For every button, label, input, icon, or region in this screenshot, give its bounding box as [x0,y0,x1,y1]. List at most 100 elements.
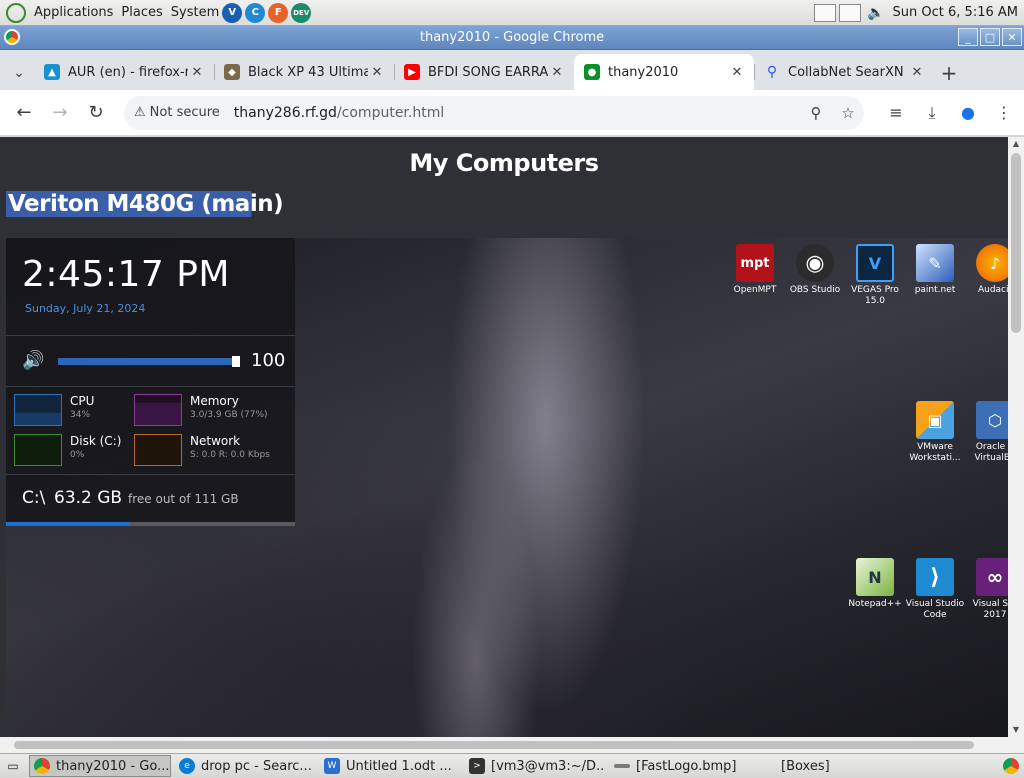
disk-meter: Disk (C:) 0% [14,434,144,470]
desktop-icon-label: OBS Studio [789,285,841,295]
browser-toolbar: ← → ↻ ⚠ Not secure thany286.rf.gd/comput… [0,90,1024,136]
desktop-icon-vegas-pro: V VEGAS Pro 15.0 [845,244,905,307]
taskbar-item[interactable]: > [vm3@vm3:~/D... [464,755,606,777]
scrollbar-thumb[interactable] [14,741,974,749]
menu-system[interactable]: System [171,5,219,20]
vscode-launcher-icon[interactable]: C [245,2,266,23]
tab-black-xp[interactable]: ◆ Black XP 43 Ultima ✕ [214,54,394,90]
desktop-icon-label: Visual Stu 2017 [972,599,1008,620]
desktop-icon-virtualbox: ⬡ Oracle V VirtualBo [965,401,1008,464]
disk-value: 0% [70,450,85,460]
drive-total: free out of 111 GB [128,492,239,506]
menu-places[interactable]: Places [121,5,162,20]
desktop-icon-vmware: ▣ VMware Workstati... [905,401,965,464]
url-text[interactable]: thany286.rf.gd/computer.html [234,105,444,121]
tray-applet-icon[interactable] [839,3,862,22]
tab-aur[interactable]: ▲ AUR (en) - firefox-n ✕ [34,54,214,90]
zoom-magnifier-icon[interactable]: ⚲ [800,104,832,122]
tab-collabnet-searxng[interactable]: ⚲ CollabNet SearXN ✕ [754,54,934,90]
bottom-taskbar: ▭ thany2010 - Go... e drop pc - Searc...… [0,753,1024,778]
vmware-icon: ▣ [916,401,954,439]
desktop-icon-label: paint.net [914,285,956,295]
network-graph [134,434,182,466]
tab-close-icon[interactable]: ✕ [728,65,746,80]
taskbar-item[interactable]: [Boxes] [754,755,896,777]
address-bar[interactable]: ⚠ Not secure thany286.rf.gd/computer.htm… [124,95,864,130]
memory-label: Memory [190,394,239,408]
horizontal-scrollbar[interactable] [0,737,1024,753]
url-path: /computer.html [336,104,445,121]
speaker-icon: 🔊 [22,350,45,371]
new-tab-plus-icon[interactable]: + [934,56,964,90]
desktop-icon-label: Notepad++ [848,599,902,609]
taskbar-item[interactable]: [FastLogo.bmp] [609,755,751,777]
menu-kebab-icon[interactable]: ⋮ [986,97,1022,129]
reload-icon[interactable]: ↻ [80,97,112,129]
taskbar-item-label: [FastLogo.bmp] [636,758,737,774]
security-chip[interactable]: ⚠ Not secure [134,105,220,120]
cpu-label: CPU [70,394,95,408]
taskbar-item[interactable]: W Untitled 1.odt ... [319,755,461,777]
virtualbox-icon: ⬡ [976,401,1008,439]
forward-arrow-icon[interactable]: → [44,97,76,129]
tab-search-chevron-icon[interactable]: ⌄ [4,56,34,90]
desktop-icon-label: Visual Studio Code [905,599,965,620]
tab-close-icon[interactable]: ✕ [908,65,926,80]
vertical-scrollbar[interactable]: ▲ ▼ [1008,137,1024,737]
network-label: Network [190,434,241,448]
image-icon [614,764,630,768]
edge-dev-launcher-icon[interactable]: DEV [291,2,312,23]
back-arrow-icon[interactable]: ← [8,97,40,129]
show-desktop-icon[interactable]: ▭ [0,755,26,777]
desktop-icon-obs-studio: ◉ OBS Studio [785,244,845,296]
tray-applet-icon[interactable] [814,3,837,22]
memory-value: 3.0/3.9 GB (77%) [190,410,268,420]
search-icon: ⚲ [766,64,778,80]
chrome-icon[interactable] [998,755,1024,777]
tab-bfdi-song[interactable]: ▶ BFDI SONG EARRA ✕ [394,54,574,90]
taskbar-item[interactable]: thany2010 - Go... [29,755,171,777]
security-label: Not secure [149,105,220,120]
widget-date: Sunday, July 21, 2024 [25,302,146,315]
scroll-down-icon[interactable]: ▼ [1008,723,1024,737]
page-title: My Computers [409,149,599,177]
window-title: thany2010 - Google Chrome [419,30,605,45]
gnome-foot-icon[interactable] [6,2,26,23]
tab-close-icon[interactable]: ✕ [368,65,386,80]
scrollbar-thumb[interactable] [1011,153,1021,333]
close-button[interactable]: ✕ [1002,28,1022,46]
arch-icon: ▲ [44,64,60,80]
firefox-launcher-icon[interactable]: F [268,2,289,23]
taskbar-item-label: [Boxes] [781,758,830,774]
scroll-up-icon[interactable]: ▲ [1008,137,1024,151]
minimize-button[interactable]: _ [958,28,978,46]
system-monitor-widget: 2:45:17 PM Sunday, July 21, 2024 🔊 100 C… [6,238,295,526]
window-titlebar[interactable]: thany2010 - Google Chrome _ □ ✕ [0,26,1024,50]
tab-close-icon[interactable]: ✕ [188,65,206,80]
maximize-button[interactable]: □ [980,28,1000,46]
gnome-menu-bar: Applications Places System V C F DEV [0,0,317,25]
drive-usage-bar [6,522,295,526]
taskbar-item[interactable]: e drop pc - Searc... [174,755,316,777]
boxes-icon [759,758,775,774]
volume-icon[interactable]: 🔈 [867,5,884,21]
taskbar-item-label: drop pc - Searc... [201,758,312,774]
vegas-icon: V [856,244,894,282]
disk-graph [14,434,62,466]
desktop-icon-vscode: ⟩ Visual Studio Code [905,558,965,621]
tab-close-icon[interactable]: ✕ [548,65,566,80]
memory-graph [134,394,182,426]
tab-title: CollabNet SearXN [788,64,904,80]
divider [6,335,295,336]
profile-avatar-icon[interactable]: ● [950,97,986,129]
menu-applications[interactable]: Applications [34,5,113,20]
panel-clock[interactable]: Sun Oct 6, 5:16 AM [893,5,1018,20]
virtualbox-launcher-icon[interactable]: V [222,2,243,23]
chrome-icon [34,758,50,774]
tab-thany2010[interactable]: ● thany2010 ✕ [574,54,754,90]
download-icon[interactable]: ⤓ [914,97,950,129]
edge-icon: e [179,758,195,774]
bookmark-star-icon[interactable]: ☆ [832,104,864,122]
media-queue-icon[interactable]: ≡ [878,97,914,129]
cpu-value: 34% [70,410,91,420]
